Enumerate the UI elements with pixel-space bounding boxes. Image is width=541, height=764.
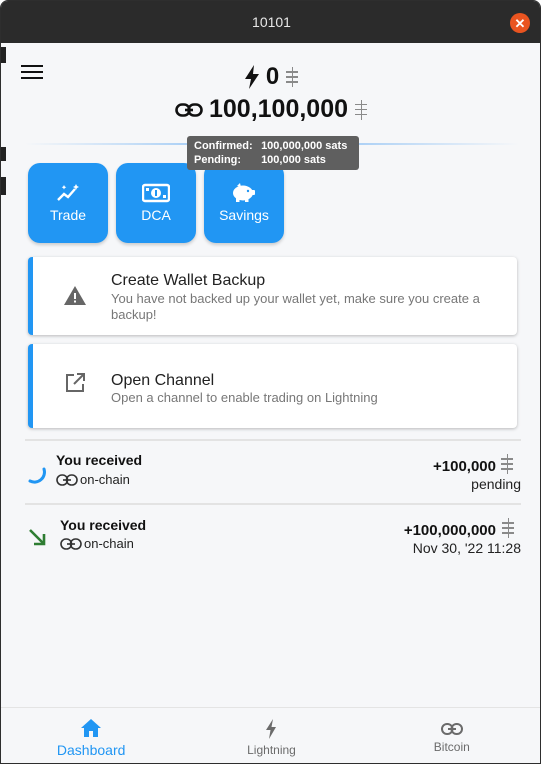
open-channel-title: Open Channel bbox=[111, 372, 215, 389]
sats-icon bbox=[501, 518, 515, 538]
tooltip-confirmed-label: Confirmed: bbox=[194, 140, 253, 152]
list-divider bbox=[25, 503, 521, 505]
sats-icon bbox=[354, 99, 368, 120]
nav-bitcoin[interactable]: Bitcoin bbox=[362, 708, 540, 763]
tooltip-pending-label: Pending: bbox=[194, 154, 242, 166]
trade-button-label: Trade bbox=[49, 207, 87, 223]
tooltip-confirmed-value: 100,000,000 sats bbox=[261, 140, 348, 152]
piggy-bank-icon bbox=[233, 183, 255, 202]
trade-button[interactable]: Trade bbox=[28, 163, 108, 243]
transaction-row[interactable]: You received on-chain +100,000,000 Nov 3… bbox=[1, 507, 540, 567]
lightning-balance[interactable]: 0 bbox=[1, 63, 540, 91]
app-window: 10101 ✕ 0 100,100,000 Confirmed: 100,000… bbox=[0, 0, 541, 764]
sats-icon bbox=[500, 454, 514, 474]
create-backup-card[interactable]: Create Wallet Backup You have not backed… bbox=[28, 257, 517, 335]
close-icon: ✕ bbox=[514, 15, 526, 31]
onchain-balance-value: 100,100,000 bbox=[208, 95, 349, 123]
tooltip-pending-value: 100,000 sats bbox=[261, 154, 326, 166]
balance-tooltip: Confirmed: 100,000,000 sats Pending: 100… bbox=[187, 136, 359, 170]
close-button[interactable]: ✕ bbox=[510, 13, 530, 33]
bottom-navigation: Dashboard Lightning Bitcoin bbox=[1, 707, 540, 763]
open-external-icon bbox=[66, 373, 85, 392]
dca-button[interactable]: DCA bbox=[116, 163, 196, 243]
lightning-balance-value: 0 bbox=[265, 63, 280, 90]
link-icon bbox=[56, 473, 78, 486]
link-icon bbox=[175, 102, 203, 117]
transaction-network-label: on-chain bbox=[80, 472, 130, 487]
trade-sparkle-icon bbox=[57, 184, 79, 201]
transaction-title: You received bbox=[60, 517, 147, 533]
transaction-status: pending bbox=[471, 476, 521, 492]
background-window-edge bbox=[1, 177, 6, 195]
transaction-row[interactable]: You received on-chain +100,000 pending bbox=[1, 443, 540, 503]
open-channel-subtitle: Open a channel to enable trading on Ligh… bbox=[111, 390, 378, 405]
transaction-title: You received bbox=[56, 452, 143, 468]
background-window-edge bbox=[1, 47, 6, 63]
bolt-icon bbox=[266, 718, 277, 739]
transaction-date: Nov 30, '22 11:28 bbox=[412, 540, 521, 556]
transaction-amount: +100,000,000 bbox=[403, 522, 496, 539]
link-icon bbox=[440, 722, 463, 735]
nav-dashboard-label: Dashboard bbox=[56, 741, 126, 758]
background-window-edge bbox=[1, 147, 6, 161]
title-bar[interactable]: 10101 ✕ bbox=[1, 1, 540, 43]
action-buttons: Trade DCA Savings bbox=[28, 163, 284, 243]
savings-button[interactable]: Savings bbox=[204, 163, 284, 243]
warning-icon bbox=[64, 286, 86, 305]
transaction-network-label: on-chain bbox=[84, 536, 134, 551]
transaction-network: on-chain bbox=[56, 472, 130, 487]
link-icon bbox=[60, 537, 82, 550]
nav-dashboard[interactable]: Dashboard bbox=[1, 708, 181, 763]
bolt-icon bbox=[244, 65, 259, 89]
nav-bitcoin-label: Bitcoin bbox=[433, 739, 470, 754]
cash-icon bbox=[142, 183, 170, 203]
transaction-network: on-chain bbox=[60, 536, 134, 551]
sats-icon bbox=[285, 67, 299, 87]
create-backup-title: Create Wallet Backup bbox=[111, 272, 266, 289]
transaction-amount: +100,000 bbox=[433, 458, 496, 475]
dca-button-label: DCA bbox=[141, 207, 171, 223]
window-title: 10101 bbox=[252, 14, 291, 30]
nav-lightning[interactable]: Lightning bbox=[181, 708, 361, 763]
home-icon bbox=[81, 718, 102, 737]
onchain-balance[interactable]: 100,100,000 bbox=[1, 95, 540, 124]
nav-lightning-label: Lightning bbox=[247, 742, 296, 757]
list-divider bbox=[25, 439, 521, 441]
arrow-down-right-icon bbox=[29, 529, 46, 546]
savings-button-label: Savings bbox=[219, 207, 269, 223]
open-channel-card[interactable]: Open Channel Open a channel to enable tr… bbox=[28, 344, 517, 428]
create-backup-subtitle: You have not backed up your wallet yet, … bbox=[111, 291, 480, 322]
pending-spinner-icon bbox=[28, 467, 46, 484]
